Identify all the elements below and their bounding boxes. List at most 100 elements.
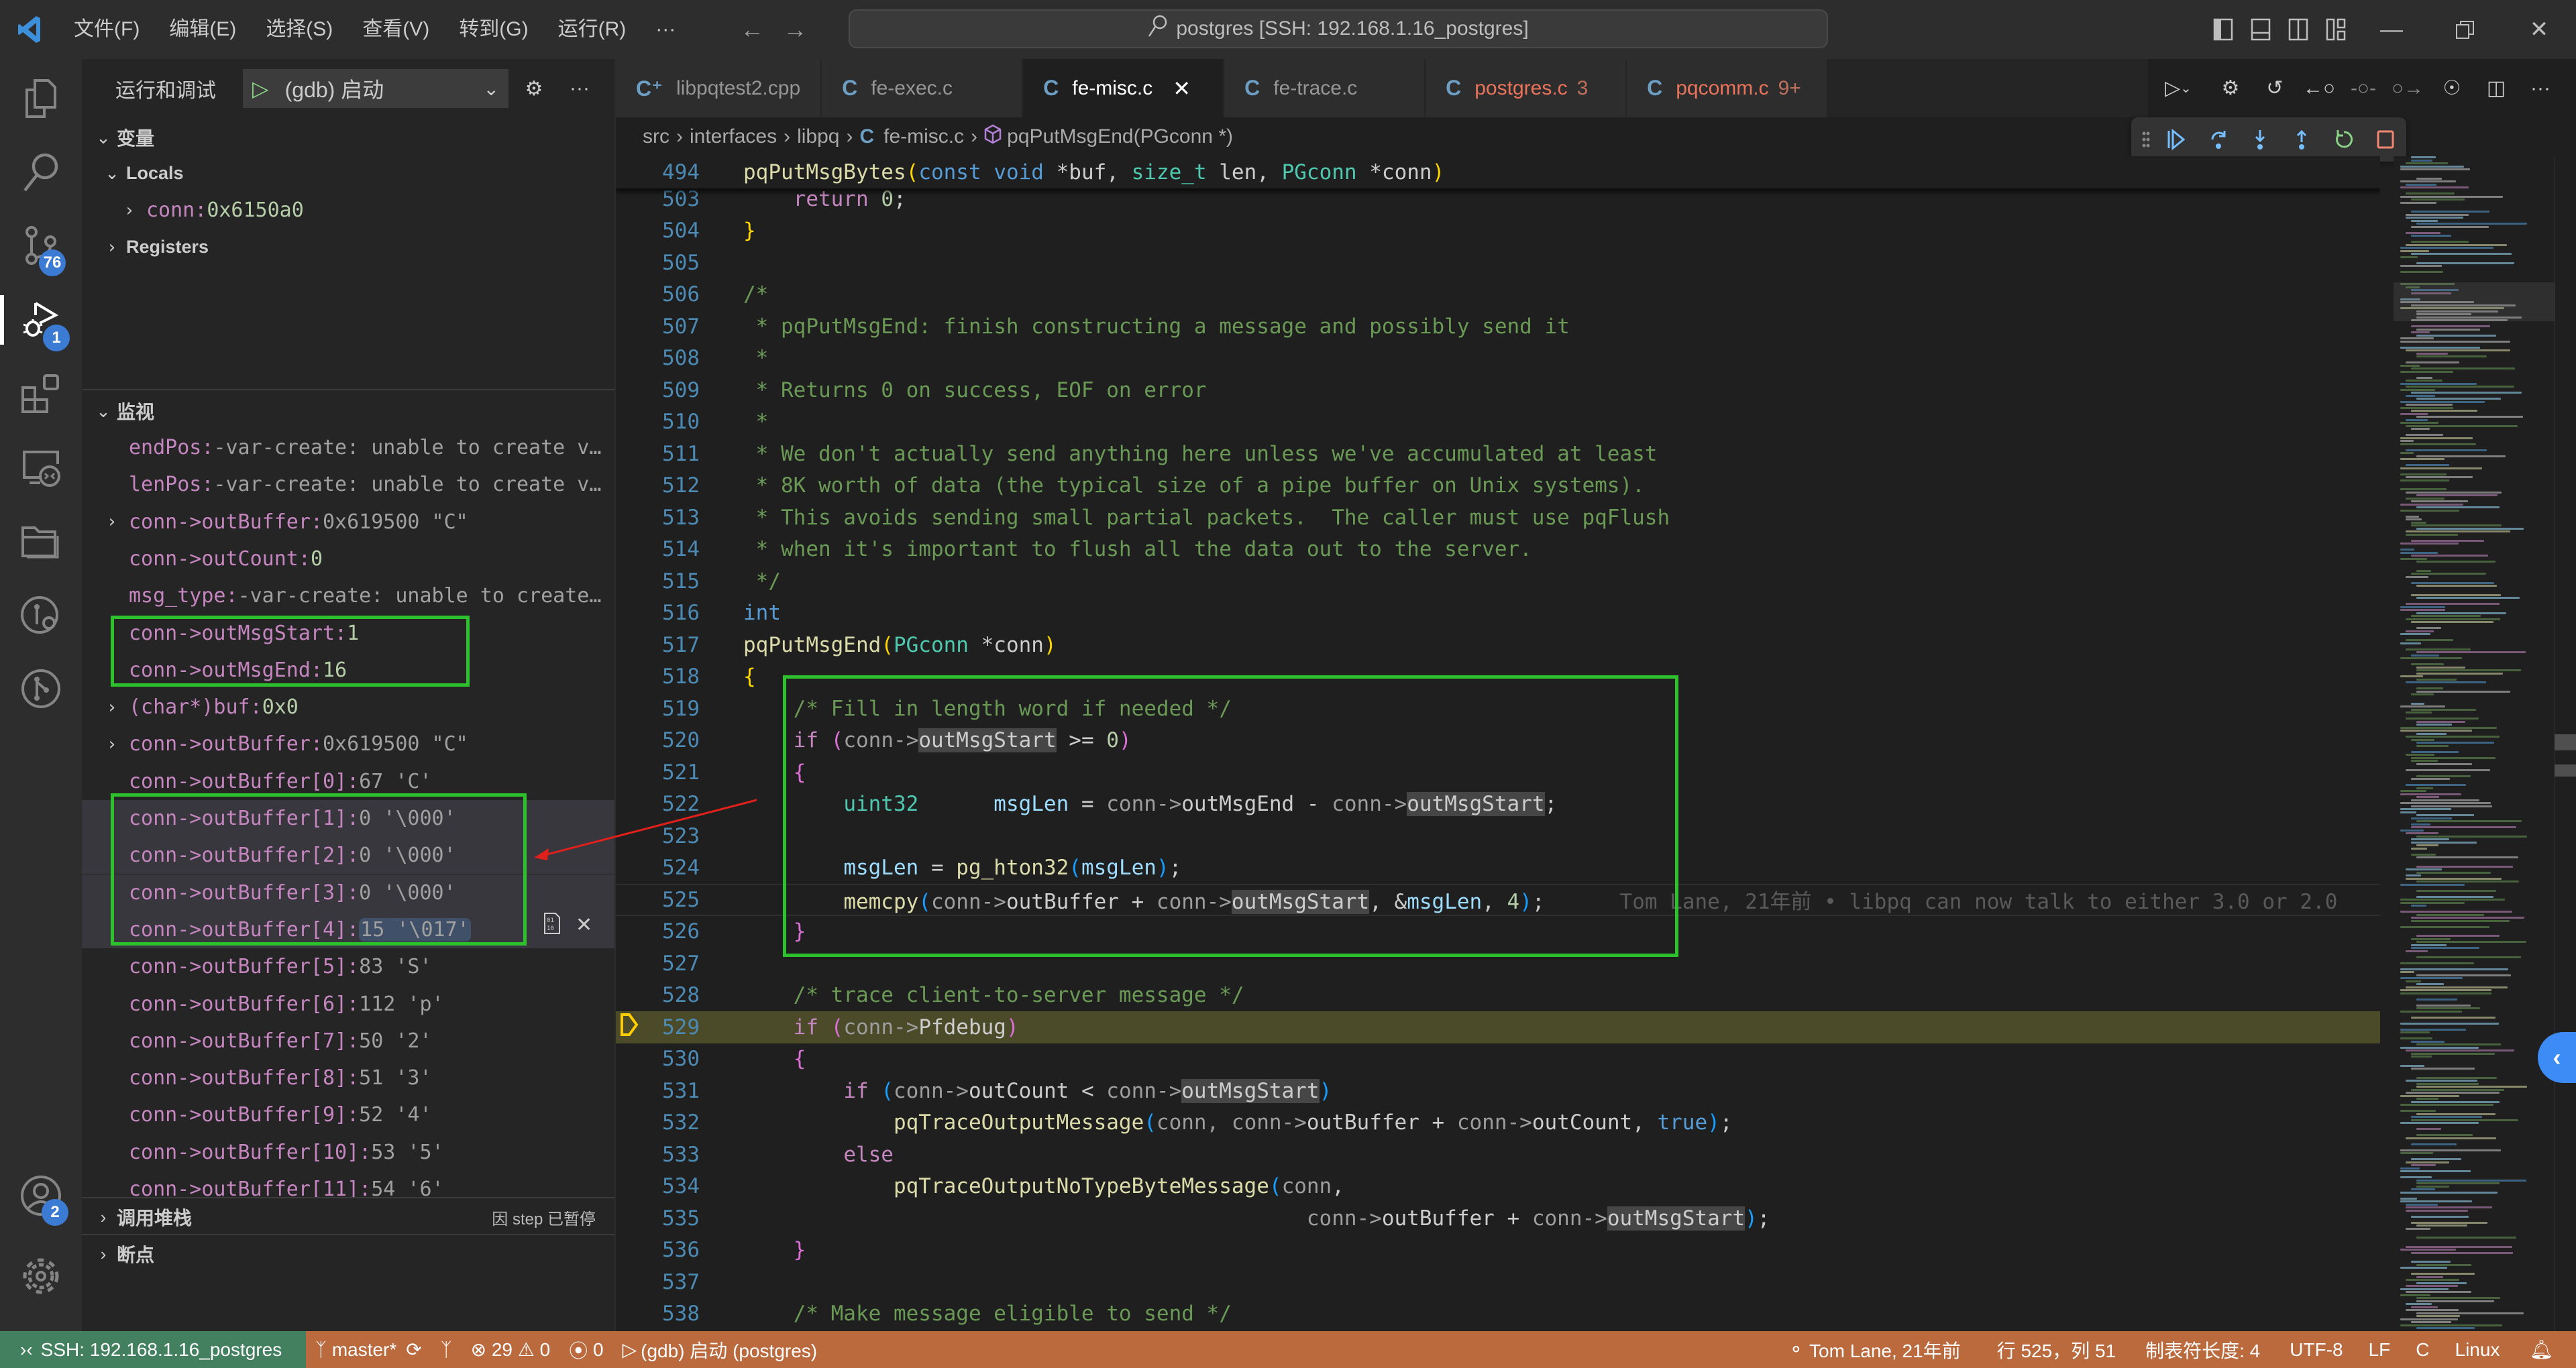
line-number[interactable]: 506: [616, 282, 700, 306]
previous-change-icon[interactable]: ←○: [2297, 68, 2341, 109]
toggle-secondary-sidebar-icon[interactable]: [2279, 11, 2317, 48]
code-line[interactable]: 532 pqTraceOutputMessage(conn, conn->out…: [616, 1107, 2380, 1139]
code-line[interactable]: 506 /*: [616, 279, 2380, 311]
close-tab-icon[interactable]: ✕: [1173, 76, 1191, 101]
git-graph-status-icon[interactable]: ᛉ: [431, 1331, 462, 1368]
encoding[interactable]: UTF-8: [2269, 1331, 2352, 1368]
settings-gear-icon[interactable]: ⚙: [2208, 68, 2253, 109]
watch-item[interactable]: › (char*)buf: 0x0: [82, 689, 614, 726]
code-line[interactable]: 511 * We don't actually send anything he…: [616, 438, 2380, 470]
tab-fe-exec-c[interactable]: Cfe-exec.c: [822, 59, 1024, 117]
launch-config-select[interactable]: ▷ (gdb) 启动 ⌄: [243, 69, 508, 108]
watch-item[interactable]: conn->outBuffer[3]: 0 '\000': [82, 874, 614, 911]
line-number[interactable]: 536: [616, 1238, 700, 1262]
line-number[interactable]: 513: [616, 506, 700, 530]
code-line[interactable]: 515 */: [616, 565, 2380, 597]
line-number[interactable]: 527: [616, 952, 700, 976]
minimap-viewport[interactable]: [2394, 282, 2555, 321]
code-line[interactable]: 534 pqTraceOutputNoTypeByteMessage(conn,: [616, 1171, 2380, 1203]
line-number[interactable]: 509: [616, 378, 700, 402]
code-line[interactable]: 531 if (conn->outCount < conn->outMsgSta…: [616, 1075, 2380, 1107]
line-number[interactable]: 503: [616, 187, 700, 211]
remote-indicator[interactable]: ›‹ SSH: 192.168.1.16_postgres: [0, 1331, 306, 1368]
code-line[interactable]: 507 * pqPutMsgEnd: finish constructing a…: [616, 310, 2380, 343]
line-number[interactable]: 520: [616, 728, 700, 752]
menu-item[interactable]: 运行(R): [543, 9, 641, 50]
code-line[interactable]: 519 /* Fill in length word if needed */: [616, 693, 2380, 725]
watch-item[interactable]: conn->outMsgEnd: 16: [82, 652, 614, 689]
breadcrumb-file[interactable]: fe-misc.c: [883, 125, 964, 148]
code-line[interactable]: 524 msgLen = pg_hton32(msgLen);: [616, 852, 2380, 885]
code-line[interactable]: 504}: [616, 215, 2380, 247]
line-number[interactable]: 514: [616, 537, 700, 561]
menu-item[interactable]: 查看(V): [347, 9, 444, 50]
cursor-position[interactable]: 行 525，列 51: [1970, 1331, 2125, 1368]
code-line[interactable]: 510 *: [616, 406, 2380, 439]
watch-item[interactable]: conn->outBuffer[2]: 0 '\000': [82, 837, 614, 874]
remote-explorer-icon[interactable]: [0, 431, 82, 504]
step-over-icon[interactable]: [2198, 119, 2239, 160]
breadcrumb-symbol[interactable]: pqPutMsgEnd(PGconn *): [1007, 125, 1233, 148]
indentation[interactable]: 制表符长度: 4: [2125, 1331, 2269, 1368]
line-number[interactable]: 521: [616, 760, 700, 785]
continue-icon[interactable]: [2155, 119, 2197, 160]
line-number[interactable]: 528: [616, 983, 700, 1007]
line-number[interactable]: 494: [616, 160, 700, 184]
code-line[interactable]: 538 /* Make message eligible to send */: [616, 1298, 2380, 1330]
view-binary-data-icon[interactable]: 01 10: [543, 912, 561, 938]
code-line[interactable]: 527: [616, 948, 2380, 980]
notifications-bell-icon[interactable]: 🔔︎: [2509, 1331, 2563, 1368]
watch-item[interactable]: lenPos: -var-create: unable to create v…: [82, 466, 614, 503]
close-window-icon[interactable]: ✕: [2502, 0, 2576, 59]
line-number[interactable]: 531: [616, 1079, 700, 1103]
locals-scope[interactable]: ⌄ Locals: [82, 155, 614, 192]
code-line[interactable]: 516 int: [616, 597, 2380, 630]
step-into-icon[interactable]: [2239, 119, 2281, 160]
line-number[interactable]: 538: [616, 1302, 700, 1326]
extensions-icon[interactable]: [0, 357, 82, 431]
end-of-line[interactable]: LF: [2353, 1331, 2400, 1368]
accounts-icon[interactable]: 2: [0, 1159, 82, 1233]
more-actions-icon[interactable]: ···: [559, 68, 600, 109]
watch-item[interactable]: › conn->outBuffer: 0x619500 "C": [82, 504, 614, 540]
watch-item[interactable]: conn->outMsgStart: 1: [82, 615, 614, 652]
line-number[interactable]: 535: [616, 1206, 700, 1231]
git-graph-icon[interactable]: ☉: [2430, 68, 2474, 109]
git-branch[interactable]: ᛉ master* ⟳: [306, 1331, 431, 1368]
line-number[interactable]: 505: [616, 251, 700, 275]
watch-item[interactable]: msg_type: -var-create: unable to create…: [82, 577, 614, 614]
scrollbar-thumb[interactable]: [2555, 734, 2576, 750]
line-number[interactable]: 504: [616, 219, 700, 243]
line-number[interactable]: 530: [616, 1047, 700, 1071]
variable-conn[interactable]: › conn: 0x6150a0: [82, 192, 614, 229]
code-line[interactable]: 525 memcpy(conn->outBuffer + conn->outMs…: [616, 884, 2380, 916]
watch-section-header[interactable]: ⌄ 监视: [82, 393, 614, 429]
tab-libpqtest2-cpp[interactable]: C⁺ libpqtest2.cpp: [616, 59, 822, 117]
folders-icon[interactable]: [0, 504, 82, 578]
code-line[interactable]: 536 }: [616, 1235, 2380, 1267]
timeline-history-icon[interactable]: ↺: [2253, 68, 2297, 109]
code-line[interactable]: 517 pqPutMsgEnd(PGconn *conn): [616, 629, 2380, 661]
code-line[interactable]: 522 uint32 msgLen = conn->outMsgEnd - co…: [616, 789, 2380, 821]
start-debugging-icon[interactable]: ▷: [252, 76, 269, 101]
stop-icon[interactable]: [2365, 119, 2406, 160]
code-line[interactable]: 520 if (conn->outMsgStart >= 0): [616, 725, 2380, 757]
line-number[interactable]: 515: [616, 569, 700, 593]
platform[interactable]: Linux: [2439, 1331, 2510, 1368]
line-number[interactable]: 518: [616, 665, 700, 689]
line-number[interactable]: 524: [616, 856, 700, 880]
menu-item[interactable]: 编辑(E): [154, 9, 251, 50]
code-line[interactable]: 529 if (conn->Pfdebug): [616, 1011, 2380, 1043]
line-number[interactable]: 511: [616, 442, 700, 466]
registers-scope[interactable]: › Registers: [82, 229, 614, 266]
code-line[interactable]: 512 * 8K worth of data (the typical size…: [616, 470, 2380, 502]
watch-item[interactable]: conn->outBuffer[1]: 0 '\000': [82, 800, 614, 837]
watch-item[interactable]: › conn->outBuffer: 0x619500 "C": [82, 726, 614, 762]
git-graph-search-icon[interactable]: [0, 578, 82, 652]
run-debug-dropdown-icon[interactable]: ▷ ⌄: [2148, 68, 2208, 109]
callstack-section-header[interactable]: › 调用堆栈 因 step 已暂停: [82, 1199, 614, 1235]
code-line[interactable]: 533 else: [616, 1139, 2380, 1171]
line-number[interactable]: 537: [616, 1270, 700, 1294]
watch-item[interactable]: conn->outCount: 0: [82, 540, 614, 577]
code-editor[interactable]: 503 return 0; 504} 505 506 /* 507 * pqPutMsgE…: [616, 156, 2380, 1331]
